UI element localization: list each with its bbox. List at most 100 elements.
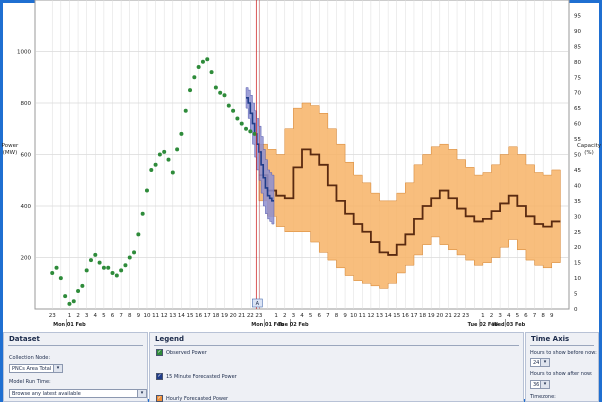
- observed-point: [226, 103, 231, 108]
- x-tick-label: 15: [187, 313, 194, 319]
- y-tick-label: 600: [21, 153, 32, 159]
- observed-point: [200, 59, 205, 64]
- hours-before-select[interactable]: 24 ▾: [530, 358, 550, 367]
- divider: [8, 345, 143, 346]
- x-tick-label: 17: [410, 313, 417, 319]
- y-tick-label: 800: [21, 101, 32, 107]
- y-axis-label: Power: [2, 143, 19, 149]
- legend-swatch-hourly[interactable]: ✓: [156, 395, 163, 402]
- y2-tick-label: 40: [574, 183, 581, 189]
- observed-point: [58, 276, 63, 281]
- now-marker-label: A: [256, 301, 260, 307]
- observed-point: [213, 85, 218, 90]
- divider: [530, 345, 594, 346]
- chart: A200400600800100005101520253035404550556…: [2, 0, 602, 328]
- x-tick-label: 1: [68, 313, 72, 319]
- y2-tick-label: 50: [574, 153, 581, 159]
- observed-point: [231, 108, 236, 113]
- observed-point: [153, 162, 158, 167]
- x-tick-label: 14: [178, 313, 185, 319]
- observed-point: [192, 75, 197, 80]
- chevron-down-icon: ▾: [53, 365, 62, 372]
- y2-tick-label: 20: [574, 245, 581, 251]
- observed-point: [76, 288, 81, 293]
- legend-swatch-15min[interactable]: ✓: [156, 373, 163, 380]
- x-tick-label: 20: [230, 313, 237, 319]
- x-tick-label: 11: [152, 313, 159, 319]
- observed-point: [110, 270, 115, 275]
- x-tick-label: 15: [393, 313, 400, 319]
- x-tick-label: 10: [350, 313, 357, 319]
- observed-point: [80, 283, 85, 288]
- hours-after-value: 36: [533, 382, 540, 388]
- model-run-select[interactable]: Browse any latest available ▾: [9, 389, 147, 398]
- x-tick-label: 6: [111, 313, 115, 319]
- x-tick-label: 9: [550, 313, 554, 319]
- observed-point: [88, 258, 93, 263]
- x-tick-label: 2: [283, 313, 287, 319]
- y2-tick-label: 85: [574, 44, 581, 50]
- y2-axis-label: Capacity: [577, 143, 602, 149]
- y2-tick-label: 0: [574, 307, 578, 313]
- observed-point: [50, 270, 55, 275]
- observed-point: [67, 301, 72, 306]
- x-tick-label: 13: [376, 313, 383, 319]
- observed-point: [188, 88, 193, 93]
- divider: [154, 345, 519, 346]
- x-tick-label: 3: [85, 313, 89, 319]
- y2-tick-label: 75: [574, 75, 581, 81]
- x-tick-label: 2: [490, 313, 494, 319]
- y2-tick-label: 90: [574, 29, 581, 35]
- observed-point: [218, 90, 223, 95]
- x-tick-label: 8: [128, 313, 132, 319]
- legend-label-hourly: Hourly Forecasted Power: [166, 396, 229, 402]
- y2-tick-label: 45: [574, 168, 581, 174]
- legend-label-15min: 15 Minute Forecasted Power: [166, 374, 237, 380]
- legend-panel: Legend ✓ Observed Power ✓ 15 Minute Fore…: [149, 332, 524, 402]
- x-tick-label: 9: [343, 313, 347, 319]
- observed-point: [239, 121, 244, 126]
- collection-node-value: PNCs Area Total: [12, 366, 52, 372]
- y2-tick-label: 60: [574, 122, 581, 128]
- y-tick-label: 400: [21, 204, 32, 210]
- observed-point: [166, 157, 171, 162]
- x-tick-label: 6: [317, 313, 321, 319]
- observed-point: [140, 211, 145, 216]
- observed-point: [196, 64, 201, 69]
- x-tick-label: 4: [300, 313, 304, 319]
- y2-tick-label: 95: [574, 13, 581, 19]
- legend-label-observed: Observed Power: [166, 350, 207, 356]
- y2-tick-label: 5: [574, 292, 578, 298]
- x-tick-label: 12: [367, 313, 374, 319]
- x-tick-label: 14: [385, 313, 392, 319]
- y2-tick-label: 25: [574, 230, 581, 236]
- observed-point: [54, 265, 59, 270]
- observed-point: [97, 260, 102, 265]
- collection-node-select[interactable]: PNCs Area Total ▾: [9, 364, 63, 373]
- legend-swatch-observed[interactable]: ✓: [156, 349, 163, 356]
- x-tick-label: 23: [255, 313, 262, 319]
- y2-tick-label: 80: [574, 60, 581, 66]
- observed-point: [149, 167, 154, 172]
- x-tick-label: 19: [428, 313, 435, 319]
- x-tick-label: 1: [274, 313, 278, 319]
- x-tick-label: 17: [204, 313, 211, 319]
- y2-tick-label: 70: [574, 91, 581, 97]
- x-tick-label: 23: [462, 313, 469, 319]
- observed-point: [144, 188, 149, 193]
- y2-tick-label: 10: [574, 276, 581, 282]
- observed-point: [205, 57, 210, 62]
- observed-point: [119, 268, 124, 273]
- x-tick-label: 3: [498, 313, 502, 319]
- x-tick-label: 18: [419, 313, 426, 319]
- y-tick-label: 200: [21, 256, 32, 262]
- x-tick-label: 8: [335, 313, 339, 319]
- hours-after-select[interactable]: 36 ▾: [530, 380, 550, 389]
- x-tick-label: 23: [49, 313, 56, 319]
- model-run-label: Model Run Time:: [9, 379, 51, 385]
- x-tick-label: 4: [94, 313, 98, 319]
- observed-point: [132, 250, 137, 255]
- x-tick-label: 10: [143, 313, 150, 319]
- chevron-down-icon: ▾: [540, 359, 549, 366]
- x-tick-label: 9: [137, 313, 141, 319]
